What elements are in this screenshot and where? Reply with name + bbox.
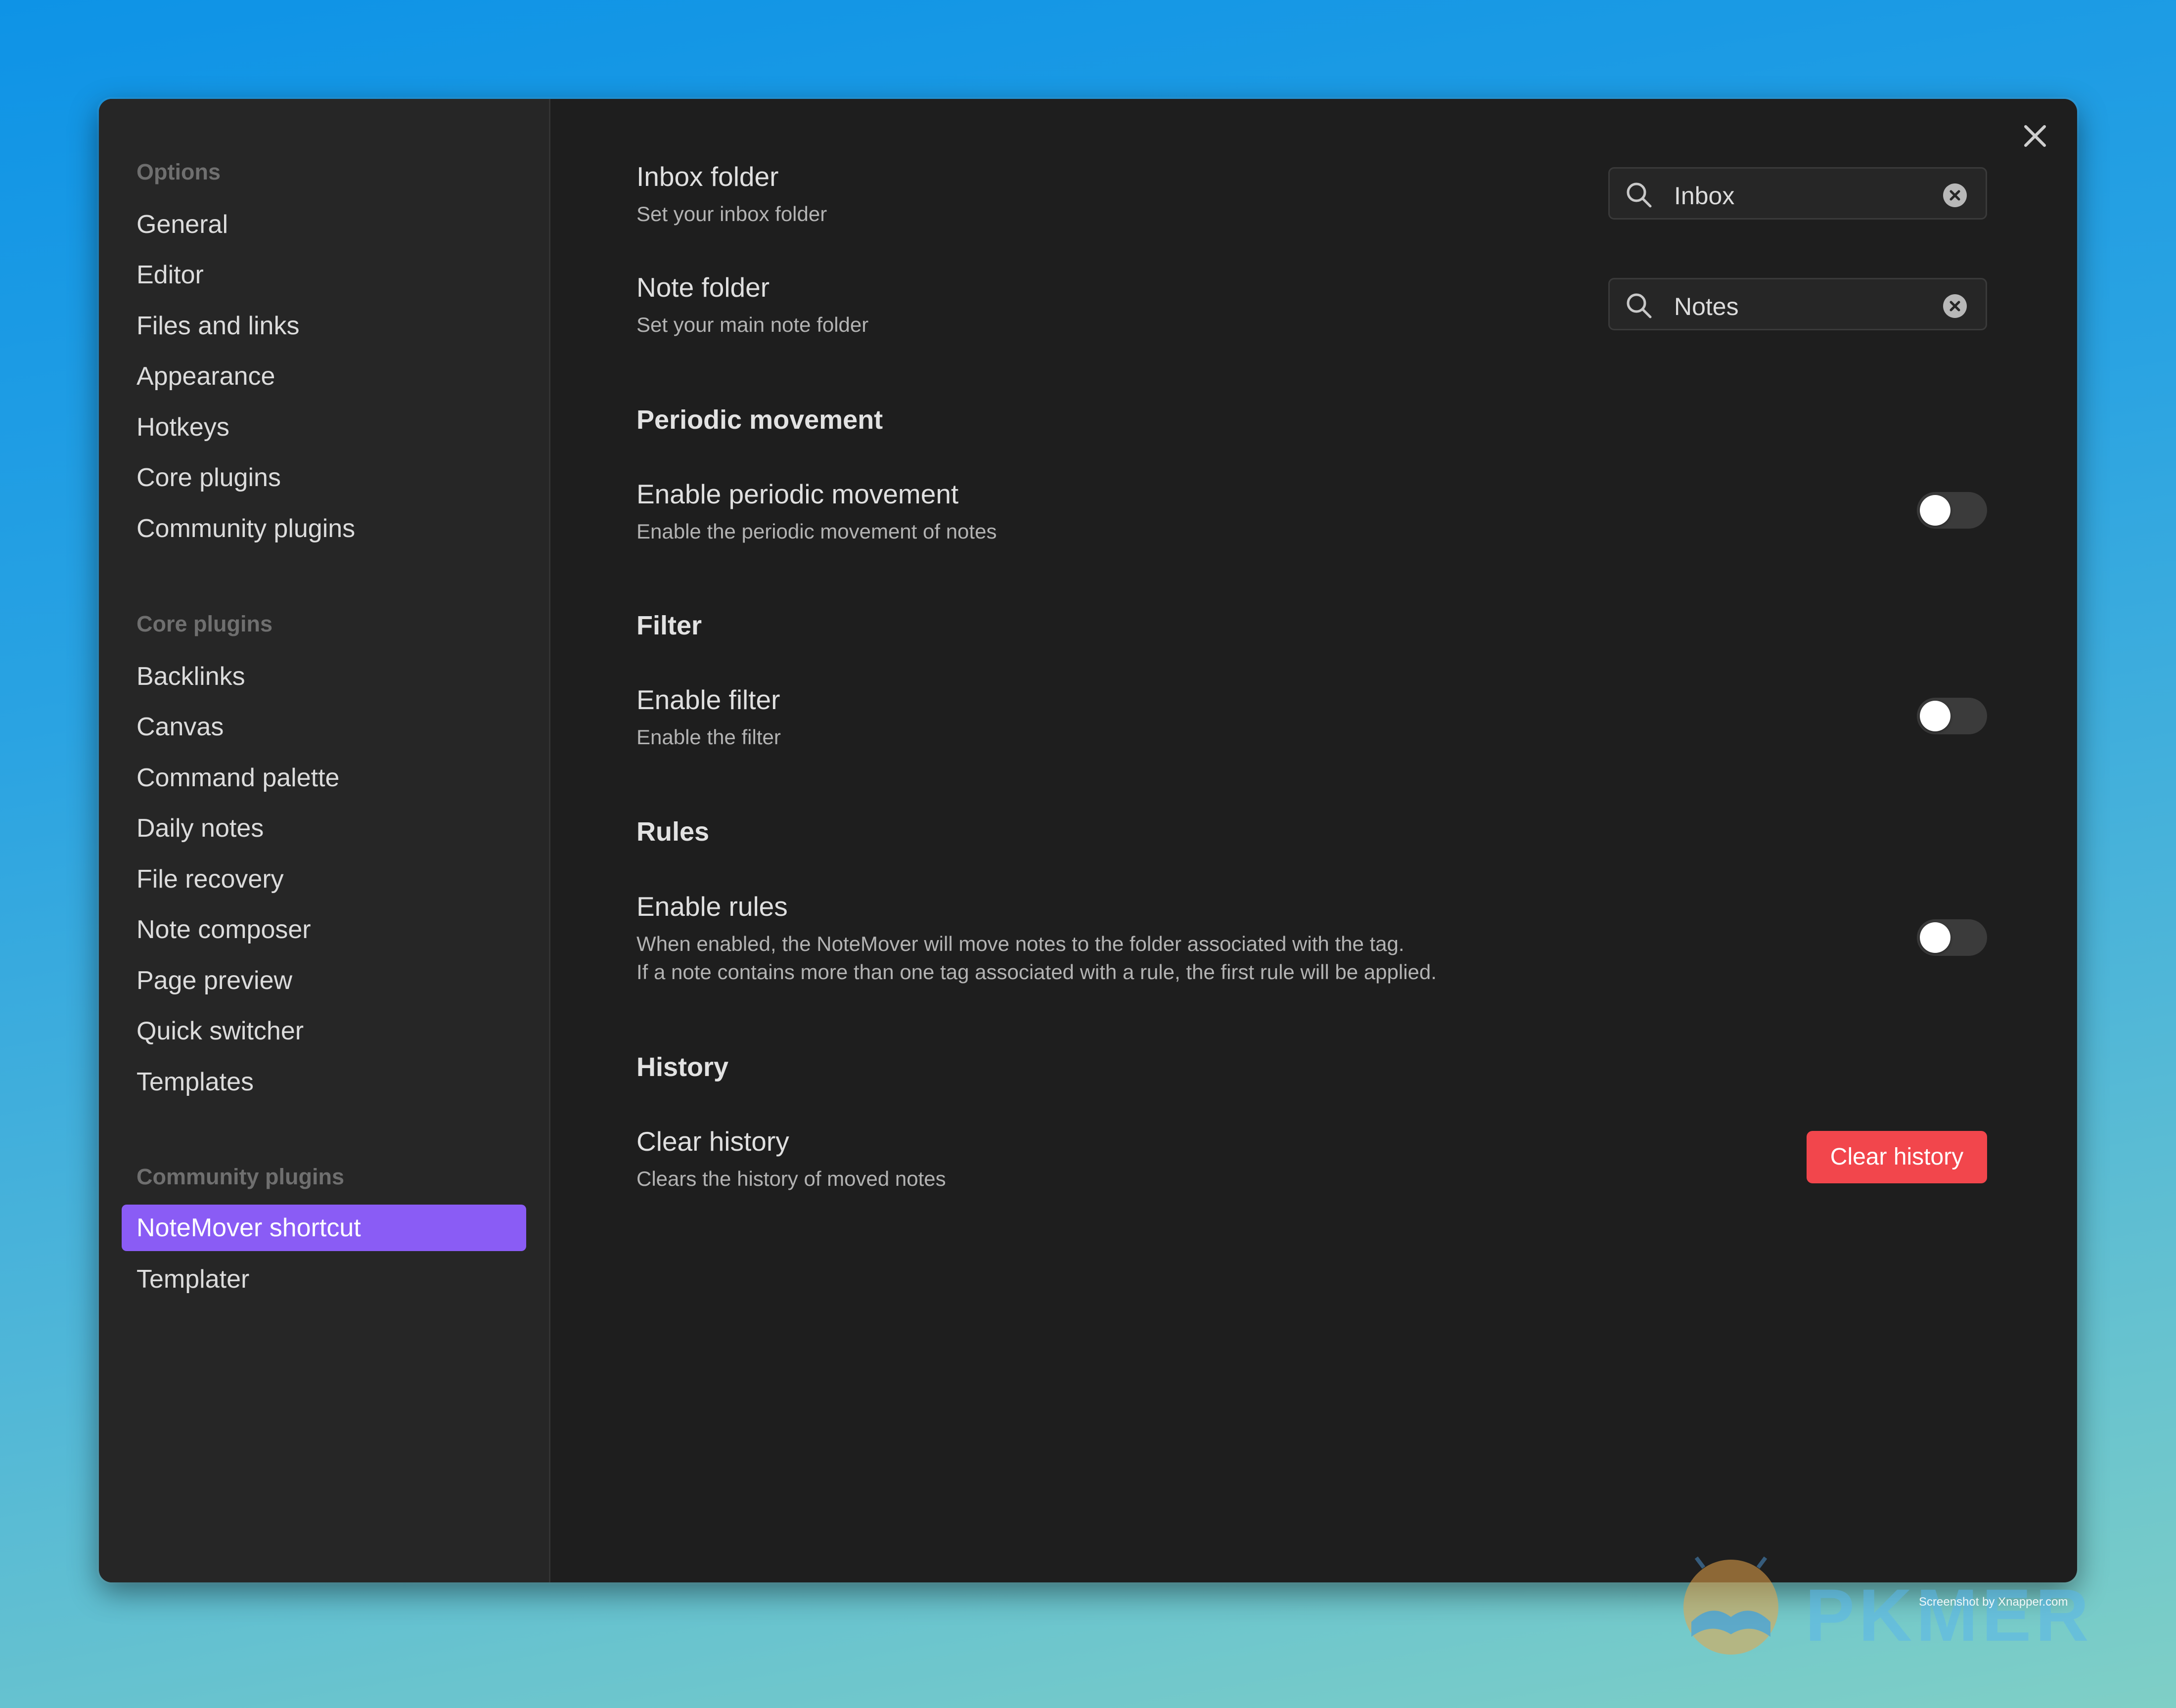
- filter-toggle[interactable]: [1917, 698, 1987, 734]
- pkmer-watermark-text: PKMER: [1805, 1573, 2093, 1657]
- sidebar-item-core-plugins[interactable]: Core plugins: [136, 465, 281, 491]
- sidebar-header-community-plugins: Community plugins: [136, 1164, 344, 1189]
- sidebar-item-general[interactable]: General: [136, 212, 228, 237]
- setting-inbox-folder-name: Inbox folder: [636, 161, 779, 192]
- sidebar-item-backlinks[interactable]: Backlinks: [136, 664, 245, 689]
- setting-filter-desc: Enable the filter: [636, 725, 781, 749]
- sidebar-item-daily-notes[interactable]: Daily notes: [136, 815, 264, 841]
- close-icon: [2024, 125, 2046, 147]
- sidebar-item-page-preview[interactable]: Page preview: [136, 968, 292, 993]
- sidebar-item-editor[interactable]: Editor: [136, 262, 204, 288]
- section-heading-periodic-movement: Periodic movement: [636, 405, 883, 435]
- sidebar-item-note-composer[interactable]: Note composer: [136, 917, 311, 943]
- clear-icon[interactable]: [1943, 294, 1967, 318]
- sidebar-header-options: Options: [136, 159, 221, 184]
- sidebar-item-files-and-links[interactable]: Files and links: [136, 313, 299, 339]
- search-icon: [1627, 182, 1652, 208]
- toggle-knob: [1920, 922, 1950, 953]
- sidebar-item-quick-switcher[interactable]: Quick switcher: [136, 1018, 304, 1044]
- clear-icon[interactable]: [1943, 183, 1967, 207]
- sidebar-header-core-plugins: Core plugins: [136, 611, 273, 636]
- sidebar-item-templates[interactable]: Templates: [136, 1069, 254, 1095]
- setting-inbox-folder-desc: Set your inbox folder: [636, 202, 827, 225]
- setting-note-folder-name: Note folder: [636, 272, 770, 303]
- rules-toggle[interactable]: [1917, 919, 1987, 956]
- setting-clear-history-desc: Clears the history of moved notes: [636, 1167, 946, 1190]
- note-folder-value: Notes: [1674, 293, 1739, 320]
- setting-rules-name: Enable rules: [636, 891, 788, 922]
- pkmer-logo-icon: [1683, 1556, 1778, 1655]
- toggle-knob: [1920, 701, 1950, 731]
- inbox-folder-input[interactable]: Inbox: [1608, 167, 1987, 220]
- sidebar-item-command-palette[interactable]: Command palette: [136, 765, 339, 791]
- sidebar-item-hotkeys[interactable]: Hotkeys: [136, 414, 229, 440]
- setting-periodic-movement-desc: Enable the periodic movement of notes: [636, 520, 997, 543]
- sidebar-item-canvas[interactable]: Canvas: [136, 714, 224, 740]
- screenshot-credit: Screenshot by Xnapper.com: [1919, 1595, 2068, 1609]
- search-icon: [1627, 293, 1652, 318]
- settings-sidebar: Options General Editor Files and links A…: [99, 99, 550, 1582]
- sidebar-item-appearance[interactable]: Appearance: [136, 363, 275, 389]
- sidebar-item-notemover-shortcut-label: NoteMover shortcut: [136, 1214, 361, 1242]
- note-folder-input[interactable]: Notes: [1608, 278, 1987, 330]
- sidebar-item-templater[interactable]: Templater: [136, 1266, 249, 1292]
- setting-filter-name: Enable filter: [636, 684, 780, 715]
- inbox-folder-value: Inbox: [1674, 182, 1735, 210]
- setting-rules-desc-line2: If a note contains more than one tag ass…: [636, 960, 1437, 984]
- toggle-knob: [1920, 495, 1950, 526]
- clear-history-button[interactable]: Clear history: [1807, 1131, 1987, 1183]
- periodic-movement-toggle[interactable]: [1917, 492, 1987, 529]
- settings-modal: Options General Editor Files and links A…: [99, 99, 2077, 1582]
- section-heading-filter: Filter: [636, 611, 702, 640]
- close-button[interactable]: [2018, 119, 2052, 153]
- setting-rules-desc-line1: When enabled, the NoteMover will move no…: [636, 932, 1405, 955]
- sidebar-item-file-recovery[interactable]: File recovery: [136, 866, 284, 892]
- setting-periodic-movement-name: Enable periodic movement: [636, 479, 959, 509]
- setting-note-folder-desc: Set your main note folder: [636, 313, 869, 336]
- setting-clear-history-name: Clear history: [636, 1126, 789, 1157]
- sidebar-item-community-plugins[interactable]: Community plugins: [136, 516, 355, 541]
- section-heading-history: History: [636, 1052, 729, 1082]
- section-heading-rules: Rules: [636, 817, 710, 847]
